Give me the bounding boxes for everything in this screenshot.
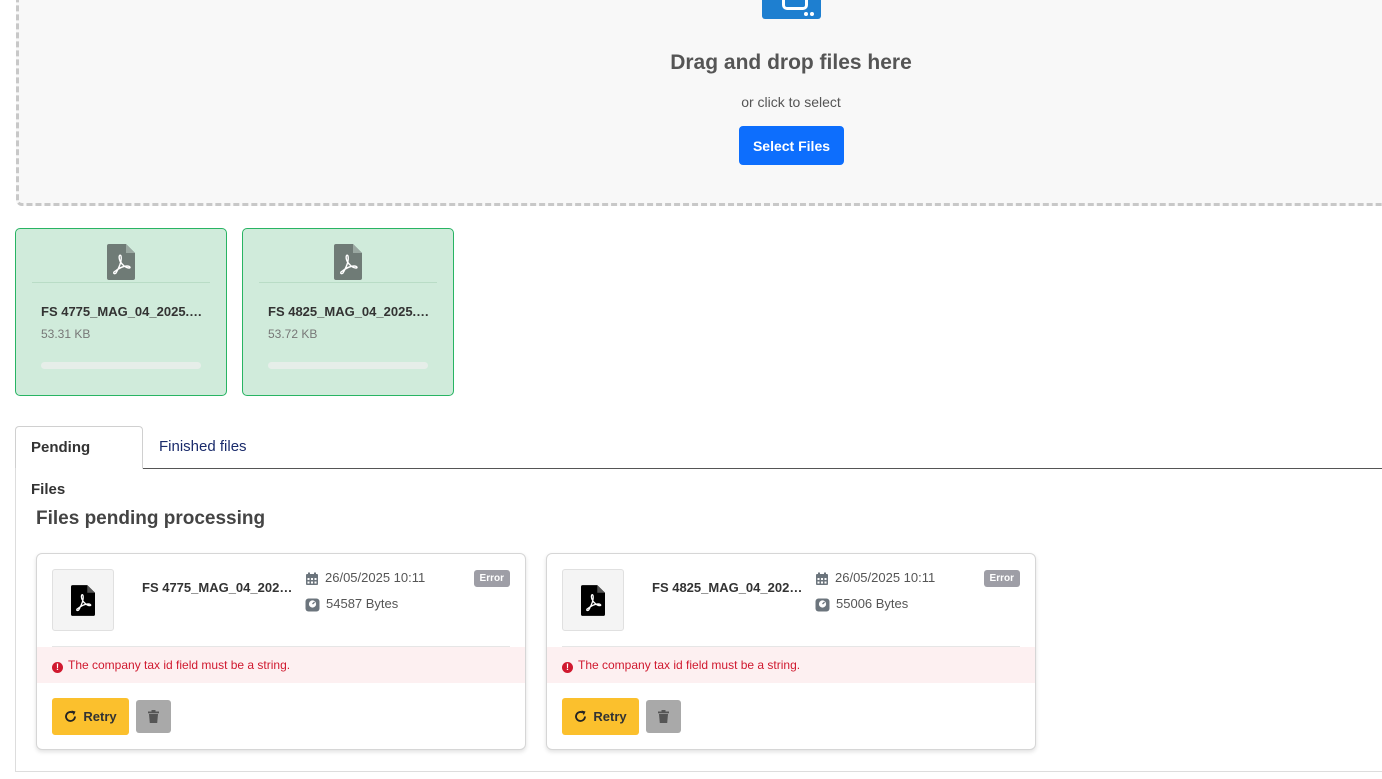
pending-file-card: FS 4825_MAG_04_2025.pdf 26/05/2025 10:11… xyxy=(546,553,1036,750)
upload-progress-bar xyxy=(41,362,201,369)
calendar-icon xyxy=(816,572,828,585)
retry-button[interactable]: Retry xyxy=(52,698,129,735)
pdf-file-icon xyxy=(107,244,135,280)
pending-file-name: FS 4775_MAG_04_2025.pdf xyxy=(142,580,297,595)
trash-icon xyxy=(148,710,159,723)
upload-file-name: FS 4775_MAG_04_2025.pdf xyxy=(41,304,206,319)
file-bytes-text: 55006 Bytes xyxy=(836,596,909,611)
retry-icon xyxy=(65,710,77,722)
tab-finished-files[interactable]: Finished files xyxy=(144,426,262,468)
upload-thumbnail: FS 4825_MAG_04_2025.pdf 53.72 KB xyxy=(242,228,454,396)
retry-icon xyxy=(575,710,587,722)
status-badge: Error xyxy=(983,570,1020,587)
upload-icon xyxy=(762,0,821,19)
file-bytes-text: 54587 Bytes xyxy=(326,596,399,611)
weight-icon xyxy=(815,598,830,612)
error-message: ! The company tax id field must be a stri… xyxy=(37,647,525,683)
file-bytes: 55006 Bytes xyxy=(815,596,908,612)
file-thumbnail xyxy=(562,569,624,631)
upload-progress-bar xyxy=(268,362,428,369)
pdf-file-icon xyxy=(334,244,362,280)
retry-button[interactable]: Retry xyxy=(562,698,639,735)
file-thumbnail xyxy=(52,569,114,631)
pdf-file-icon xyxy=(71,585,95,616)
error-text: The company tax id field must be a strin… xyxy=(68,658,291,672)
upload-file-name: FS 4825_MAG_04_2025.pdf xyxy=(268,304,433,319)
pending-file-card: FS 4775_MAG_04_2025.pdf 26/05/2025 10:11… xyxy=(36,553,526,750)
trash-icon xyxy=(658,710,669,723)
select-files-button[interactable]: Select Files xyxy=(739,126,844,165)
file-date-text: 26/05/2025 10:11 xyxy=(325,570,426,585)
tab-pending-files[interactable]: Pending Files xyxy=(15,426,143,498)
pending-file-name: FS 4825_MAG_04_2025.pdf xyxy=(652,580,807,595)
file-bytes: 54587 Bytes xyxy=(305,596,398,612)
retry-label: Retry xyxy=(83,709,117,724)
error-text: The company tax id field must be a strin… xyxy=(578,658,801,672)
file-date: 26/05/2025 10:11 xyxy=(815,570,935,586)
delete-button[interactable] xyxy=(136,700,171,733)
upload-thumbnail: FS 4775_MAG_04_2025.pdf 53.31 KB xyxy=(15,228,227,396)
delete-button[interactable] xyxy=(646,700,681,733)
dropzone-title: Drag and drop files here xyxy=(670,51,912,74)
file-date-text: 26/05/2025 10:11 xyxy=(835,570,936,585)
pending-section-title: Files pending processing xyxy=(36,508,266,529)
dropzone-subtitle: or click to select xyxy=(741,94,841,110)
weight-icon xyxy=(305,598,320,612)
file-date: 26/05/2025 10:11 xyxy=(305,570,425,586)
error-message: ! The company tax id field must be a stri… xyxy=(547,647,1035,683)
upload-file-size: 53.72 KB xyxy=(268,327,318,341)
exclamation-circle-icon: ! xyxy=(52,662,63,673)
exclamation-circle-icon: ! xyxy=(562,662,573,673)
status-badge: Error xyxy=(473,570,510,587)
pdf-file-icon xyxy=(581,585,605,616)
calendar-icon xyxy=(306,572,318,585)
file-tabs: Pending Files Finished files xyxy=(15,426,1382,498)
upload-file-size: 53.31 KB xyxy=(41,327,91,341)
retry-label: Retry xyxy=(593,709,627,724)
